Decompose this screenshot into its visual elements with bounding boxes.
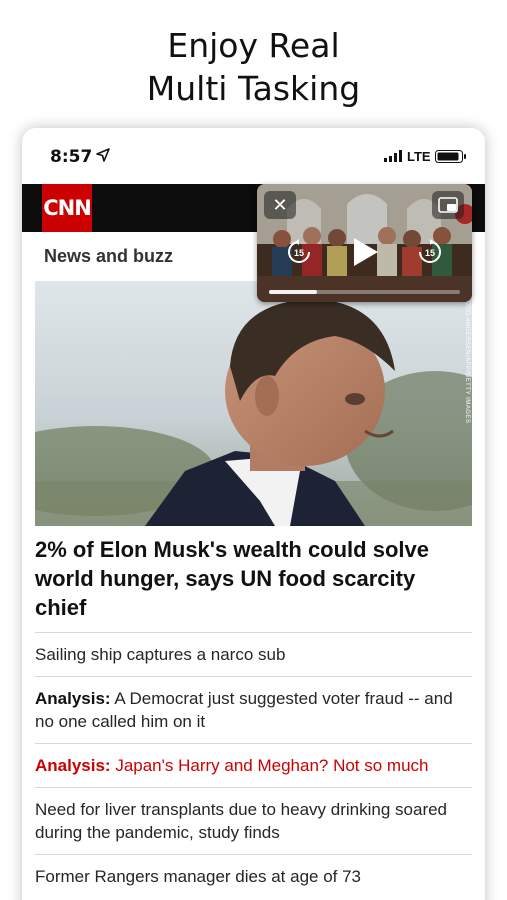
story-item-1[interactable]: Sailing ship captures a narco sub (35, 632, 472, 676)
section-title: News and buzz (44, 246, 174, 266)
phone-screen: 8:57 LTE CNN News and buzz ODD ANDERSEN/… (22, 128, 485, 900)
picture-in-picture-player[interactable]: ✕ 15 15 (257, 184, 472, 302)
play-button[interactable] (350, 236, 380, 268)
skip-forward-button[interactable]: 15 (417, 239, 443, 265)
cnn-logo[interactable]: CNN (42, 184, 92, 232)
story-prefix: Analysis: (35, 756, 111, 775)
pip-progress-fill (269, 290, 317, 294)
photo-credit: ODD ANDERSEN/AFP/GETTY IMAGES (464, 301, 470, 424)
pip-close-button[interactable]: ✕ (264, 191, 296, 219)
skip-forward-label: 15 (425, 248, 435, 258)
story-prefix: Analysis: (35, 689, 111, 708)
hero-photo[interactable]: ODD ANDERSEN/AFP/GETTY IMAGES (35, 281, 472, 526)
story-text: Former Rangers manager dies at age of 73 (35, 867, 362, 886)
status-time: 8:57 (50, 147, 93, 167)
headline[interactable]: 2% of Elon Musk's wealth could solve wor… (35, 535, 472, 622)
story-item-5[interactable]: Former Rangers manager dies at age of 73 (35, 854, 472, 898)
pip-restore-icon (438, 197, 458, 213)
network-type: LTE (407, 149, 431, 164)
story-text: Japan's Harry and Meghan? Not so much (110, 756, 429, 775)
pip-restore-button[interactable] (432, 191, 464, 219)
status-bar: 8:57 LTE (22, 128, 485, 184)
story-item-3[interactable]: Analysis: Japan's Harry and Meghan? Not … (35, 743, 472, 787)
promo-title-line-1: Enjoy Real (167, 26, 340, 65)
story-item-4[interactable]: Need for liver transplants due to heavy … (35, 787, 472, 854)
promo-title-line-2: Multi Tasking (146, 69, 361, 108)
battery-icon (435, 150, 466, 163)
story-item-2[interactable]: Analysis: A Democrat just suggested vote… (35, 676, 472, 743)
location-arrow-icon (96, 148, 110, 162)
pip-progress-bar[interactable] (269, 290, 460, 294)
story-text: Sailing ship captures a narco sub (35, 645, 286, 664)
skip-back-button[interactable]: 15 (286, 239, 312, 265)
hero-image-illustration (35, 281, 472, 526)
story-text: Need for liver transplants due to heavy … (35, 800, 448, 842)
cellular-signal-icon (384, 150, 402, 162)
skip-back-label: 15 (294, 248, 304, 258)
close-icon: ✕ (272, 194, 288, 215)
story-list: Sailing ship captures a narco sub Analys… (35, 632, 472, 898)
promo-title: Enjoy Real Multi Tasking (0, 24, 507, 110)
